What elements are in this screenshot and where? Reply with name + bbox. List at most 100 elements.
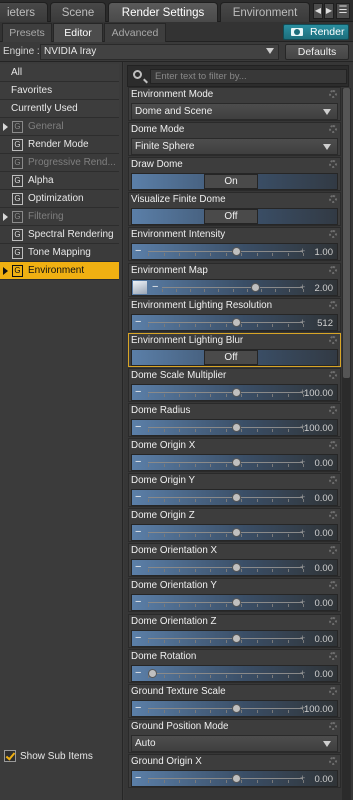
slider-track[interactable]	[148, 602, 303, 603]
decrement-icon[interactable]: −	[135, 597, 141, 608]
slider-knob[interactable]	[232, 493, 241, 502]
search-icon[interactable]	[133, 70, 142, 79]
slider-track[interactable]	[148, 392, 303, 393]
slider-knob[interactable]	[251, 283, 260, 292]
group-item-general[interactable]: G General	[0, 118, 119, 136]
slider-track[interactable]	[148, 708, 303, 709]
gear-icon[interactable]	[329, 336, 337, 344]
scroll-right-icon[interactable]: ▶	[324, 3, 334, 19]
dome-orientation-x-slider[interactable]: − +0.00	[131, 559, 338, 576]
decrement-icon[interactable]: −	[135, 527, 141, 538]
engine-select[interactable]: NVIDIA Iray	[40, 44, 279, 60]
slider-knob[interactable]	[232, 247, 241, 256]
dome-orientation-z-slider[interactable]: − +0.00	[131, 630, 338, 647]
gear-icon[interactable]	[329, 160, 337, 168]
environment-map-thumbnail[interactable]	[133, 281, 147, 294]
show-sub-items-checkbox[interactable]	[4, 750, 16, 762]
increment-icon[interactable]: +	[300, 246, 305, 256]
slider-track[interactable]	[148, 567, 303, 568]
slider-track[interactable]	[162, 287, 303, 288]
slider-knob[interactable]	[148, 669, 157, 678]
slider-track[interactable]	[148, 322, 303, 323]
slider-track[interactable]	[148, 638, 303, 639]
decrement-icon[interactable]: −	[135, 457, 141, 468]
slider-track[interactable]	[148, 532, 303, 533]
dome-origin-x-slider[interactable]: − +0.00	[131, 454, 338, 471]
gear-icon[interactable]	[329, 722, 337, 730]
decrement-icon[interactable]: −	[135, 492, 141, 503]
group-item-favorites[interactable]: Favorites	[0, 82, 119, 100]
slider-value[interactable]: 0.00	[315, 493, 334, 504]
tab-presets[interactable]: Presets	[2, 23, 52, 42]
expand-arrow-icon[interactable]	[3, 267, 8, 275]
slider-value[interactable]: 100.00	[304, 388, 333, 399]
slider-knob[interactable]	[232, 704, 241, 713]
increment-icon[interactable]: +	[300, 668, 305, 678]
group-item-render-mode[interactable]: G Render Mode	[0, 136, 119, 154]
dome-mode-select[interactable]: Finite Sphere	[131, 138, 338, 155]
toggle-button[interactable]: Off	[204, 209, 258, 224]
group-item-spectral-rendering[interactable]: G Spectral Rendering	[0, 226, 119, 244]
slider-knob[interactable]	[232, 388, 241, 397]
slider-knob[interactable]	[232, 563, 241, 572]
tab-editor[interactable]: Editor	[53, 23, 103, 42]
panel-menu-icon[interactable]: ☰	[336, 3, 350, 19]
slider-track[interactable]	[148, 673, 303, 674]
increment-icon[interactable]: +	[300, 492, 305, 502]
ground-origin-x-slider[interactable]: − +0.00	[131, 770, 338, 787]
slider-track[interactable]	[148, 427, 303, 428]
environment-mode-select[interactable]: Dome and Scene	[131, 103, 338, 120]
environment-map-slider[interactable]: − +2.00	[131, 279, 338, 296]
ground-texture-scale-slider[interactable]: − +100.00	[131, 700, 338, 717]
slider-value[interactable]: 0.00	[315, 458, 334, 469]
dome-origin-y-slider[interactable]: − +0.00	[131, 489, 338, 506]
gear-icon[interactable]	[329, 687, 337, 695]
group-item-all[interactable]: All	[0, 64, 119, 82]
slider-knob[interactable]	[232, 634, 241, 643]
slider-knob[interactable]	[232, 528, 241, 537]
environment-lighting-resolution-slider[interactable]: − +512	[131, 314, 338, 331]
show-sub-items[interactable]: Show Sub Items	[0, 746, 122, 768]
tab-render-settings[interactable]: Render Settings	[108, 2, 218, 22]
tab-scene[interactable]: Scene	[50, 2, 106, 22]
tab-environment[interactable]: Environment	[220, 2, 310, 22]
slider-knob[interactable]	[232, 598, 241, 607]
decrement-icon[interactable]: −	[135, 703, 141, 714]
gear-icon[interactable]	[329, 90, 337, 98]
increment-icon[interactable]: +	[300, 527, 305, 537]
decrement-icon[interactable]: −	[135, 387, 141, 398]
dome-origin-z-slider[interactable]: − +0.00	[131, 524, 338, 541]
gear-icon[interactable]	[329, 757, 337, 765]
expand-arrow-icon[interactable]	[3, 213, 8, 221]
increment-icon[interactable]: +	[300, 773, 305, 783]
gear-icon[interactable]	[329, 371, 337, 379]
filter-input[interactable]: Enter text to filter by...	[150, 69, 347, 84]
increment-icon[interactable]: +	[300, 317, 305, 327]
decrement-icon[interactable]: −	[135, 633, 141, 644]
increment-icon[interactable]: +	[300, 633, 305, 643]
group-item-filtering[interactable]: G Filtering	[0, 208, 119, 226]
slider-value[interactable]: 0.00	[315, 528, 334, 539]
slider-track[interactable]	[148, 497, 303, 498]
environment-intensity-slider[interactable]: − +1.00	[131, 243, 338, 260]
tab-parameters[interactable]: ieters	[0, 2, 48, 22]
gear-icon[interactable]	[329, 125, 337, 133]
slider-value[interactable]: 0.00	[315, 774, 334, 785]
increment-icon[interactable]: +	[300, 457, 305, 467]
group-item-progressive-rend[interactable]: G Progressive Rend...	[0, 154, 119, 172]
scroll-left-icon[interactable]: ◀	[313, 3, 323, 19]
slider-knob[interactable]	[232, 423, 241, 432]
dome-scale-multiplier-slider[interactable]: − +100.00	[131, 384, 338, 401]
group-item-optimization[interactable]: G Optimization	[0, 190, 119, 208]
slider-knob[interactable]	[232, 318, 241, 327]
gear-icon[interactable]	[329, 511, 337, 519]
slider-value[interactable]: 100.00	[304, 423, 333, 434]
gear-icon[interactable]	[329, 195, 337, 203]
gear-icon[interactable]	[329, 441, 337, 449]
slider-value[interactable]: 512	[317, 318, 333, 329]
dome-rotation-slider[interactable]: − +0.00	[131, 665, 338, 682]
slider-value[interactable]: 0.00	[315, 563, 334, 574]
slider-value[interactable]: 2.00	[315, 283, 334, 294]
slider-value[interactable]: 0.00	[315, 634, 334, 645]
decrement-icon[interactable]: −	[135, 562, 141, 573]
